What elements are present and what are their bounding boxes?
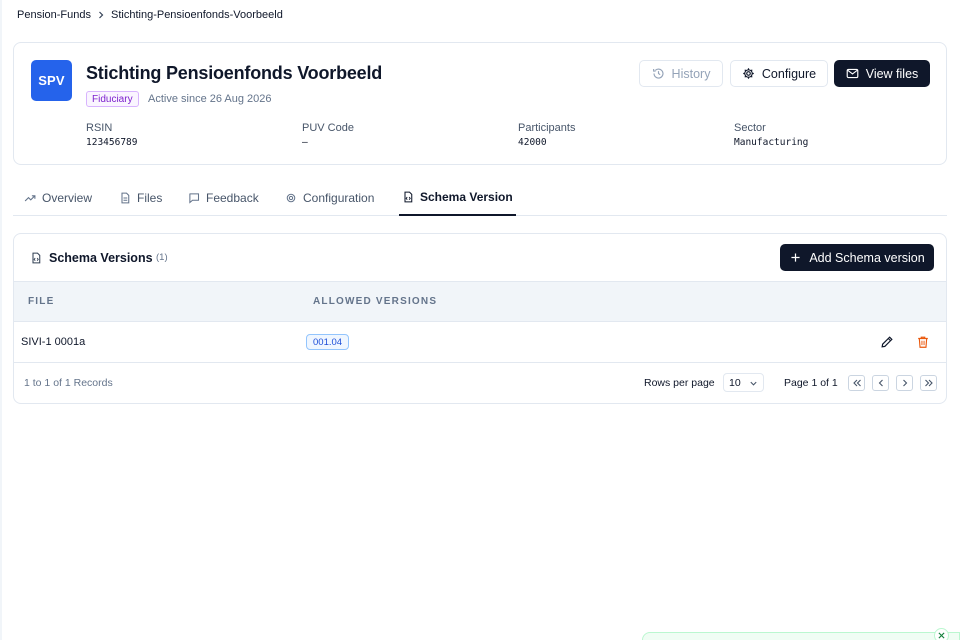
configure-button[interactable]: Configure [730, 60, 828, 87]
rows-per-page-value: 10 [729, 376, 741, 389]
chevron-right-icon [96, 10, 106, 20]
fund-header-card: SPV Stichting Pensioenfonds Voorbeeld Fi… [13, 42, 947, 165]
chevron-right-icon [902, 379, 907, 387]
toast-close-button[interactable] [934, 628, 949, 640]
meta-sector: Sector Manufacturing [734, 122, 808, 148]
gear-icon [286, 193, 296, 203]
column-file[interactable]: File [28, 296, 54, 307]
message-icon [189, 193, 200, 204]
view-files-button[interactable]: View files [834, 60, 930, 87]
schema-versions-card: Schema Versions (1) Add Schema version F… [13, 233, 947, 404]
previous-page-button[interactable] [872, 375, 889, 391]
chevron-down-icon [750, 381, 757, 386]
history-icon [652, 68, 664, 79]
tab-bar: Overview Files Feedback Configuration Sc… [13, 180, 947, 216]
delete-trash-icon[interactable] [916, 335, 930, 349]
last-page-button[interactable] [920, 375, 937, 391]
meta-label: Sector [734, 122, 766, 134]
mail-icon [846, 68, 859, 79]
schema-versions-title: Schema Versions [49, 251, 153, 265]
file-code-icon [32, 252, 41, 264]
gear-icon [743, 68, 754, 79]
meta-value: 42000 [518, 137, 547, 148]
tab-feedback[interactable]: Feedback [185, 180, 262, 216]
cell-file: SIVI-1 0001a [21, 336, 86, 348]
tab-schema-version[interactable]: Schema Version [399, 180, 516, 216]
close-icon [938, 632, 945, 639]
version-badge: 001.04 [306, 334, 350, 350]
breadcrumb-current: Stichting-Pensioenfonds-Voorbeeld [111, 9, 283, 21]
meta-rsin: RSIN 123456789 [86, 122, 137, 148]
column-allowed-versions[interactable]: Allowed versions [313, 296, 437, 307]
records-summary: 1 to 1 of 1 Records [24, 377, 113, 389]
chevrons-right-icon [924, 379, 933, 387]
rows-per-page-label: Rows per page [644, 377, 715, 389]
tab-label: Files [137, 191, 163, 205]
trend-up-icon [24, 195, 36, 202]
meta-label: Participants [518, 122, 576, 134]
configure-label: Configure [761, 66, 817, 81]
meta-value: 123456789 [86, 137, 138, 148]
table-row[interactable]: SIVI-1 0001a 001.04 [14, 322, 946, 363]
tab-label: Configuration [303, 191, 375, 205]
schema-versions-count: (1) [156, 252, 168, 263]
file-code-icon [404, 191, 413, 203]
tab-files[interactable]: Files [116, 180, 165, 216]
meta-label: RSIN [86, 122, 113, 134]
tab-label: Overview [42, 191, 93, 205]
add-schema-version-button[interactable]: Add Schema version [780, 244, 934, 271]
chevron-left-icon [878, 379, 883, 387]
fund-title: Stichting Pensioenfonds Voorbeeld [86, 63, 383, 83]
toast-notification [642, 632, 960, 640]
file-icon [121, 192, 130, 204]
fund-avatar: SPV [31, 60, 72, 101]
history-button[interactable]: History [639, 60, 723, 87]
breadcrumb-pension-funds[interactable]: Pension-Funds [17, 9, 91, 21]
meta-label: PUV Code [302, 122, 354, 134]
left-edge [0, 0, 2, 640]
page-indicator: Page 1 of 1 [784, 377, 838, 389]
meta-value: Manufacturing [734, 137, 809, 148]
fiduciary-badge: Fiduciary [86, 91, 139, 107]
meta-puv-code: PUV Code – [302, 122, 354, 148]
meta-value: – [302, 137, 308, 148]
meta-participants: Participants 42000 [518, 122, 575, 148]
tab-configuration[interactable]: Configuration [282, 180, 377, 216]
active-since-text: Active since 26 Aug 2026 [148, 93, 272, 105]
history-label: History [671, 66, 711, 81]
table-footer: 1 to 1 of 1 Records Rows per page 10 Pag… [14, 363, 946, 403]
chevrons-left-icon [852, 379, 861, 387]
rows-per-page-select[interactable]: 10 [723, 373, 764, 392]
table-header: File Allowed versions [14, 281, 946, 322]
next-page-button[interactable] [896, 375, 913, 391]
tab-label: Schema Version [420, 190, 513, 204]
breadcrumb: Pension-Funds Stichting-Pensioenfonds-Vo… [17, 8, 283, 22]
tab-overview[interactable]: Overview [21, 180, 95, 216]
plus-icon [791, 253, 800, 262]
add-schema-version-label: Add Schema version [809, 250, 925, 265]
tab-label: Feedback [206, 191, 259, 205]
edit-pencil-icon[interactable] [880, 335, 894, 349]
first-page-button[interactable] [848, 375, 865, 391]
view-files-label: View files [865, 66, 919, 81]
